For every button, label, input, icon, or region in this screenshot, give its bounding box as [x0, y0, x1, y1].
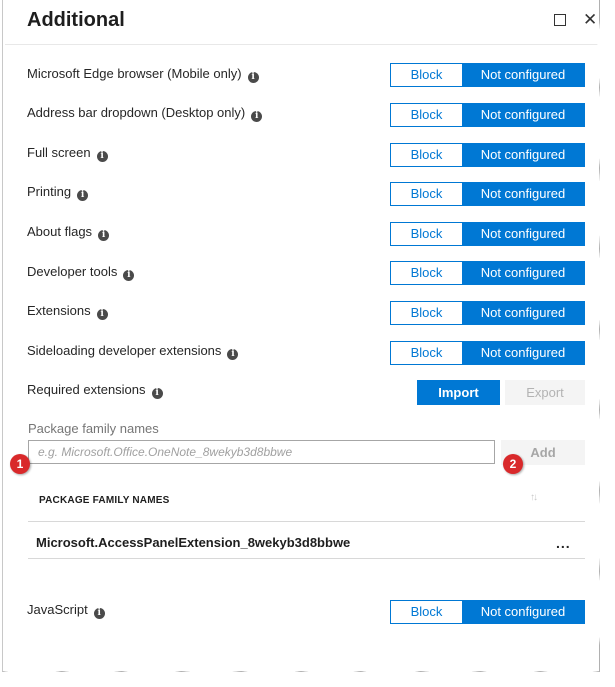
toggle-option-block[interactable]: Block — [391, 262, 462, 284]
callout-badge-1: 1 — [10, 454, 30, 474]
setting-label-sideloading: Sideloading developer extensions i — [27, 343, 239, 360]
toggle-option-block[interactable]: Block — [391, 302, 462, 324]
toggle-option-block[interactable]: Block — [391, 64, 462, 86]
info-icon[interactable]: i — [93, 608, 105, 619]
toggle-option-not-configured[interactable]: Not configured — [462, 262, 584, 284]
info-icon[interactable]: i — [247, 72, 259, 83]
table-row-divider — [28, 558, 585, 559]
additional-settings-panel: Additional ✕ Microsoft Edge browser (Mob… — [2, 0, 600, 672]
toggle-option-block[interactable]: Block — [391, 104, 462, 126]
table-row: Microsoft.AccessPanelExtension_8wekyb3d8… — [36, 535, 351, 550]
info-icon[interactable]: i — [77, 190, 89, 201]
toggle-sideloading[interactable]: Block Not configured — [390, 341, 585, 365]
setting-label-address-bar: Address bar dropdown (Desktop only) i — [27, 105, 263, 122]
toggle-javascript[interactable]: Block Not configured — [390, 600, 585, 624]
info-icon[interactable]: i — [151, 388, 163, 399]
toggle-option-not-configured[interactable]: Not configured — [462, 64, 584, 86]
info-icon[interactable]: i — [227, 349, 239, 360]
info-icon[interactable]: i — [98, 230, 110, 241]
setting-label-extensions: Extensions i — [27, 303, 108, 320]
toggle-extensions[interactable]: Block Not configured — [390, 301, 585, 325]
import-button[interactable]: Import — [417, 380, 500, 405]
maximize-icon[interactable] — [554, 14, 566, 26]
toggle-option-not-configured[interactable]: Not configured — [462, 104, 584, 126]
toggle-developer-tools[interactable]: Block Not configured — [390, 261, 585, 285]
info-icon[interactable]: i — [123, 270, 135, 281]
required-extensions-label: Required extensions i — [27, 382, 163, 399]
info-icon[interactable]: i — [96, 151, 108, 162]
more-options-icon[interactable]: ... — [556, 536, 571, 550]
setting-label-printing: Printing i — [27, 184, 89, 201]
info-icon[interactable]: i — [96, 309, 108, 320]
toggle-option-block[interactable]: Block — [391, 601, 462, 623]
header-divider — [5, 44, 600, 45]
toggle-address-bar[interactable]: Block Not configured — [390, 103, 585, 127]
toggle-full-screen[interactable]: Block Not configured — [390, 143, 585, 167]
setting-label-full-screen: Full screen i — [27, 145, 108, 162]
toggle-option-not-configured[interactable]: Not configured — [462, 183, 584, 205]
setting-label-javascript: JavaScript i — [27, 602, 105, 619]
toggle-edge-mobile[interactable]: Block Not configured — [390, 63, 585, 87]
package-family-names-label: Package family names — [28, 421, 159, 436]
toggle-about-flags[interactable]: Block Not configured — [390, 222, 585, 246]
toggle-printing[interactable]: Block Not configured — [390, 182, 585, 206]
package-family-name-input[interactable] — [28, 440, 495, 464]
toggle-option-not-configured[interactable]: Not configured — [462, 223, 584, 245]
toggle-option-not-configured[interactable]: Not configured — [462, 342, 584, 364]
setting-label-about-flags: About flags i — [27, 224, 110, 241]
toggle-option-block[interactable]: Block — [391, 144, 462, 166]
export-button[interactable]: Export — [505, 380, 585, 405]
callout-badge-2: 2 — [503, 454, 523, 474]
panel-title: Additional — [27, 9, 125, 31]
toggle-option-not-configured[interactable]: Not configured — [462, 302, 584, 324]
toggle-option-block[interactable]: Block — [391, 342, 462, 364]
sort-icon[interactable]: ↑↓ — [530, 492, 538, 503]
toggle-option-not-configured[interactable]: Not configured — [462, 601, 584, 623]
toggle-option-block[interactable]: Block — [391, 223, 462, 245]
column-header-package-family-names[interactable]: PACKAGE FAMILY NAMES — [39, 495, 170, 506]
close-icon[interactable]: ✕ — [583, 10, 600, 30]
toggle-option-not-configured[interactable]: Not configured — [462, 144, 584, 166]
table-header-divider — [28, 521, 585, 522]
info-icon[interactable]: i — [251, 111, 263, 122]
setting-label-edge-mobile: Microsoft Edge browser (Mobile only) i — [27, 66, 259, 83]
setting-label-developer-tools: Developer tools i — [27, 264, 135, 281]
toggle-option-block[interactable]: Block — [391, 183, 462, 205]
